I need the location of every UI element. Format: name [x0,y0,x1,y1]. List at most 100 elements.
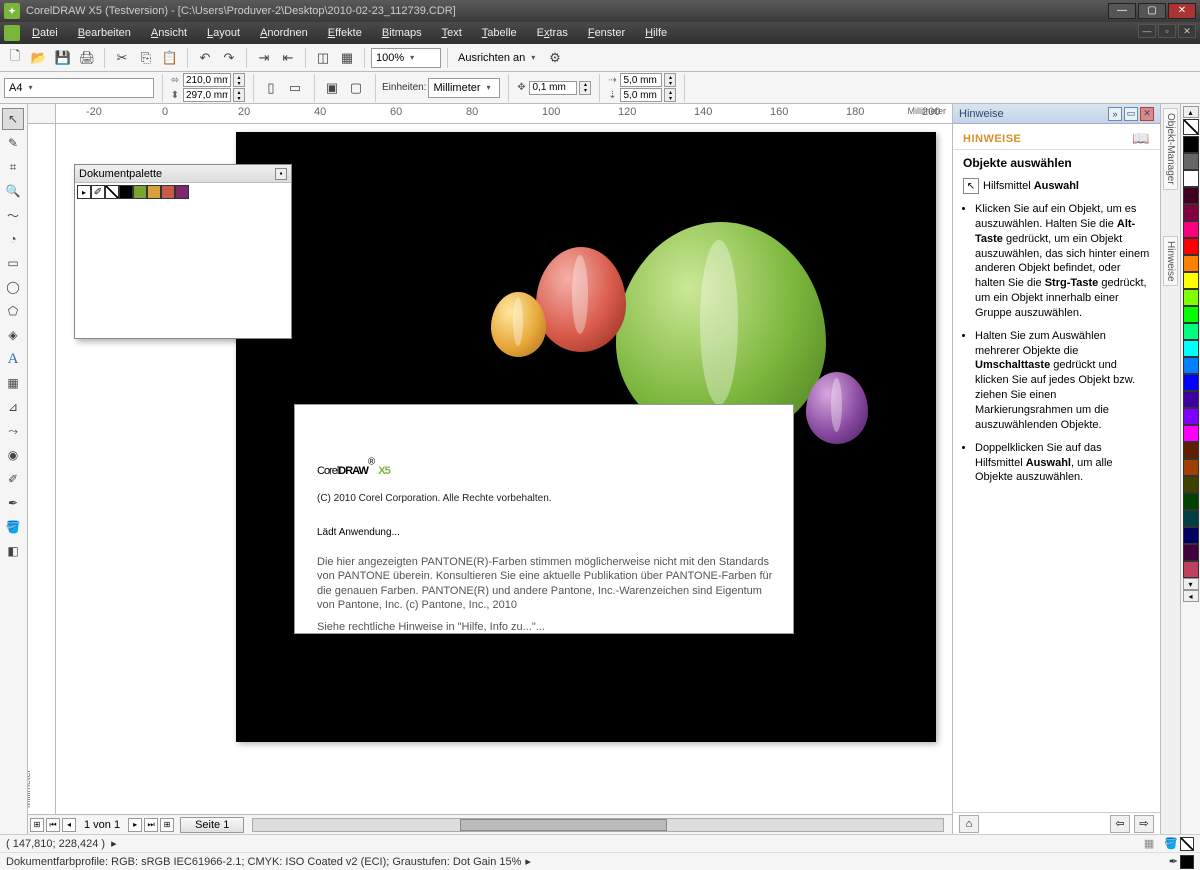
crop-tool[interactable]: ⌗ [2,156,24,178]
basic-shapes-tool[interactable]: ◈ [2,324,24,346]
menu-datei[interactable]: Datei [24,25,66,41]
menu-extras[interactable]: Extras [529,25,576,41]
palette-color-swatch[interactable] [1183,289,1199,306]
zoom-combo[interactable]: 100% [371,48,441,68]
current-page-button[interactable]: ▢ [345,77,367,99]
shape-tool[interactable]: ✎ [2,132,24,154]
page-height-input[interactable] [183,88,231,102]
menu-text[interactable]: Text [434,25,470,41]
vertical-ruler[interactable]: Millimeter [28,124,56,814]
palette-color-swatch[interactable] [1183,391,1199,408]
palette-menu-button[interactable]: ▸ [77,185,91,199]
units-combo[interactable]: Millimeter [428,78,500,98]
palette-color-swatch[interactable] [1183,527,1199,544]
mdi-restore-button[interactable]: ▫ [1158,24,1176,38]
palette-scroll-up[interactable]: ▴ [1183,106,1199,118]
palette-color-swatch[interactable] [1183,510,1199,527]
outline-tool[interactable]: ✒ [2,492,24,514]
docker-tab-hints[interactable]: Hinweise [1163,236,1178,287]
palette-color-swatch[interactable] [1183,221,1199,238]
paste-button[interactable]: 📋 [159,47,181,69]
palette-color-swatch[interactable] [1183,323,1199,340]
text-tool[interactable]: A [2,348,24,370]
mdi-minimize-button[interactable]: — [1138,24,1156,38]
last-page-button[interactable]: ⏭ [144,818,158,832]
prev-page-button[interactable]: ◂ [62,818,76,832]
no-color-swatch[interactable] [105,185,119,199]
scroll-thumb[interactable] [460,819,667,831]
add-page-button[interactable]: ⊞ [30,818,44,832]
palette-color-swatch[interactable] [1183,408,1199,425]
palette-expand[interactable]: ◂ [1183,590,1199,602]
dup-x-spinner[interactable]: ▴▾ [664,73,676,87]
menu-effekte[interactable]: Effekte [320,25,370,41]
palette-color-swatch[interactable] [1183,561,1199,578]
palette-color-swatch[interactable] [1183,204,1199,221]
maximize-button[interactable]: ▢ [1138,3,1166,19]
eyedropper-tool[interactable]: ✐ [2,468,24,490]
freehand-tool[interactable]: ～ [2,204,24,226]
docker-close-button[interactable]: ▪ [275,168,287,180]
interactive-blend-tool[interactable]: ◉ [2,444,24,466]
horizontal-scrollbar[interactable] [252,818,944,832]
hints-home-button[interactable]: ⌂ [959,815,979,833]
interactive-fill-tool[interactable]: ◧ [2,540,24,562]
book-icon[interactable]: 📖 [1132,130,1150,147]
docker-collapse-button[interactable]: » [1108,107,1122,121]
cut-button[interactable]: ✂ [111,47,133,69]
undo-button[interactable]: ↶ [194,47,216,69]
color-swatch[interactable] [161,185,175,199]
nudge-input[interactable] [529,81,577,95]
color-swatch[interactable] [119,185,133,199]
palette-color-swatch[interactable] [1183,272,1199,289]
app-launcher-button[interactable]: ◫ [312,47,334,69]
nudge-spinner[interactable]: ▴▾ [579,81,591,95]
print-button[interactable]: 🖨 [76,47,98,69]
minimize-button[interactable]: — [1108,3,1136,19]
docker-menu-button[interactable]: ▭ [1124,107,1138,121]
save-button[interactable]: 💾 [52,47,74,69]
copy-button[interactable]: ⎘ [135,47,157,69]
first-page-button[interactable]: ⏮ [46,818,60,832]
color-swatch[interactable] [147,185,161,199]
no-fill-swatch[interactable] [1183,119,1199,135]
rectangle-tool[interactable]: ▭ [2,252,24,274]
pick-tool[interactable]: ↖ [2,108,24,130]
fill-tool[interactable]: 🪣 [2,516,24,538]
all-pages-button[interactable]: ▣ [321,77,343,99]
duplicate-x-input[interactable] [620,73,662,87]
palette-color-swatch[interactable] [1183,493,1199,510]
menu-hilfe[interactable]: Hilfe [637,25,675,41]
palette-color-swatch[interactable] [1183,459,1199,476]
menu-fenster[interactable]: Fenster [580,25,633,41]
horizontal-ruler[interactable]: Millimeter -2002040608010012014016018020… [56,104,952,124]
palette-color-swatch[interactable] [1183,153,1199,170]
welcome-button[interactable]: ▦ [336,47,358,69]
drawing-canvas[interactable]: CorelDRAW®X5 (C) 2010 Corel Corporation.… [56,124,952,814]
export-button[interactable]: ⇤ [277,47,299,69]
new-button[interactable]: 🗋 [4,47,26,69]
document-palette-docker[interactable]: Dokumentpalette ▪ ▸ ✐ [74,164,292,339]
next-page-button[interactable]: ▸ [128,818,142,832]
hints-back-button[interactable]: ⇦ [1110,815,1130,833]
color-swatch[interactable] [133,185,147,199]
paper-size-combo[interactable]: A4 [4,78,154,98]
docker-tab-object-manager[interactable]: Objekt-Manager [1163,108,1178,190]
palette-color-swatch[interactable] [1183,425,1199,442]
palette-color-swatch[interactable] [1183,357,1199,374]
add-page-after-button[interactable]: ⊞ [160,818,174,832]
palette-color-swatch[interactable] [1183,476,1199,493]
duplicate-y-input[interactable] [620,88,662,102]
palette-eyedropper-button[interactable]: ✐ [91,185,105,199]
current-fill-swatch[interactable] [1180,837,1194,851]
palette-color-swatch[interactable] [1183,374,1199,391]
menu-bearbeiten[interactable]: Bearbeiten [70,25,139,41]
zoom-tool[interactable]: 🔍 [2,180,24,202]
palette-color-swatch[interactable] [1183,238,1199,255]
dup-y-spinner[interactable]: ▴▾ [664,88,676,102]
dimension-tool[interactable]: ⊿ [2,396,24,418]
page-tab[interactable]: Seite 1 [180,817,244,833]
docker-close-button[interactable]: ✕ [1140,107,1154,121]
open-button[interactable]: 📂 [28,47,50,69]
width-spinner[interactable]: ▴▾ [233,73,245,87]
